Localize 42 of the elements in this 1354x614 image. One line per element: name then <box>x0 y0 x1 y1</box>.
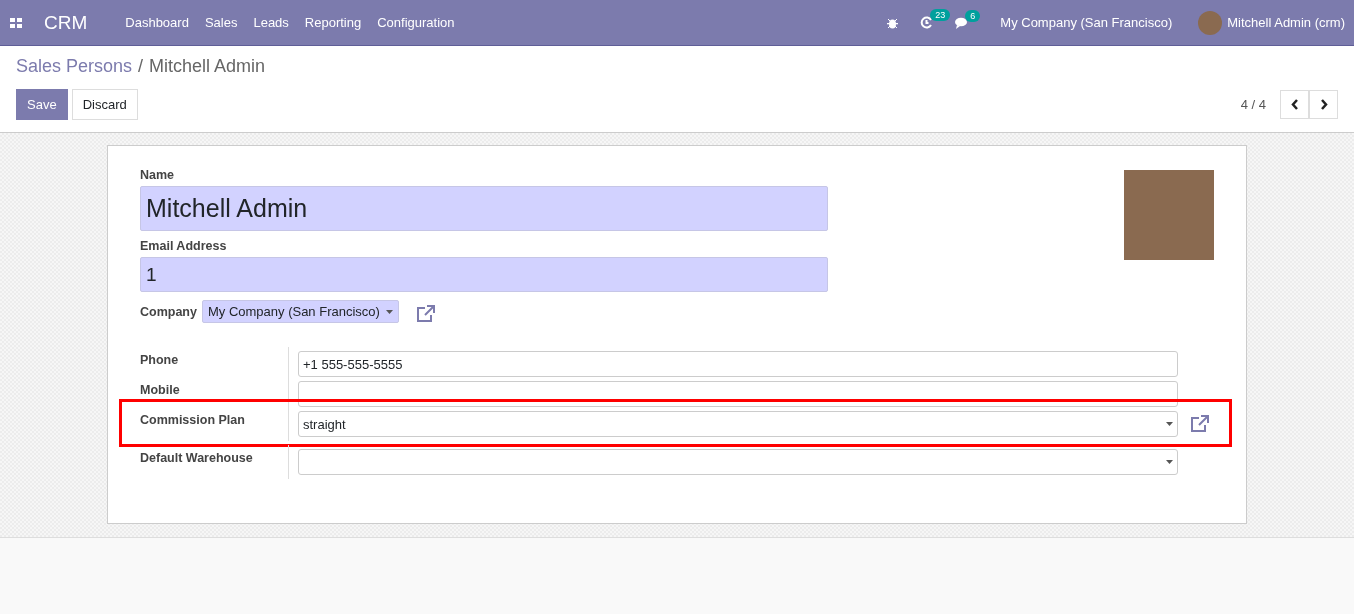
apps-grid-icon[interactable] <box>10 17 22 28</box>
chevron-right-icon <box>1319 99 1328 110</box>
field-label: Commission Plan <box>140 412 246 427</box>
message-badge: 6 <box>965 9 981 22</box>
field-label: Mobile <box>140 382 181 397</box>
external-link-icon[interactable] <box>415 304 436 323</box>
field-label: Phone <box>140 352 180 367</box>
menu-item[interactable]: Sales <box>204 15 238 30</box>
clock-icon[interactable] <box>920 16 934 29</box>
bug-icon[interactable] <box>887 16 899 29</box>
field-label: Company <box>140 304 197 319</box>
company-switcher[interactable]: My Company (San Francisco) <box>1000 15 1173 30</box>
select-field[interactable] <box>298 449 1178 475</box>
menu-item[interactable]: Leads <box>253 15 289 30</box>
caret-icon <box>1166 460 1173 464</box>
breadcrumb-current: Mitchell Admin <box>149 56 266 77</box>
breadcrumb-separator: / <box>138 56 144 77</box>
company-select[interactable]: My Company (San Francisco) <box>201 300 399 323</box>
name-field[interactable]: Mitchell Admin <box>140 186 828 231</box>
activity-badge: 23 <box>930 9 951 21</box>
email-field[interactable]: 1 <box>140 257 828 292</box>
field-label: Name <box>140 168 176 182</box>
external-link-icon[interactable] <box>1190 415 1210 433</box>
field-label: Default Warehouse <box>140 450 254 465</box>
field-label: Email Address <box>140 239 228 253</box>
menu-item[interactable]: Configuration <box>377 15 455 30</box>
save-button[interactable]: Save <box>16 89 68 120</box>
caret-icon <box>1166 422 1173 426</box>
next-button[interactable] <box>1309 90 1338 119</box>
input-field[interactable]: +1 555-555-5555 <box>298 351 1178 377</box>
menu-item[interactable]: Reporting <box>304 15 362 30</box>
select-field[interactable]: straight <box>298 411 1178 437</box>
app-name[interactable]: CRM <box>44 11 88 34</box>
menu-item[interactable]: Dashboard <box>125 15 189 30</box>
user-menu[interactable]: Mitchell Admin (crm) <box>1227 15 1345 30</box>
chevron-left-icon <box>1290 99 1299 110</box>
caret-icon <box>385 309 393 314</box>
breadcrumb-link[interactable]: Sales Persons <box>16 56 133 77</box>
user-avatar <box>1198 10 1223 35</box>
pager-counter: 4 / 4 <box>1240 97 1266 112</box>
previous-button[interactable] <box>1280 90 1309 119</box>
discard-button[interactable]: Discard <box>71 89 138 120</box>
